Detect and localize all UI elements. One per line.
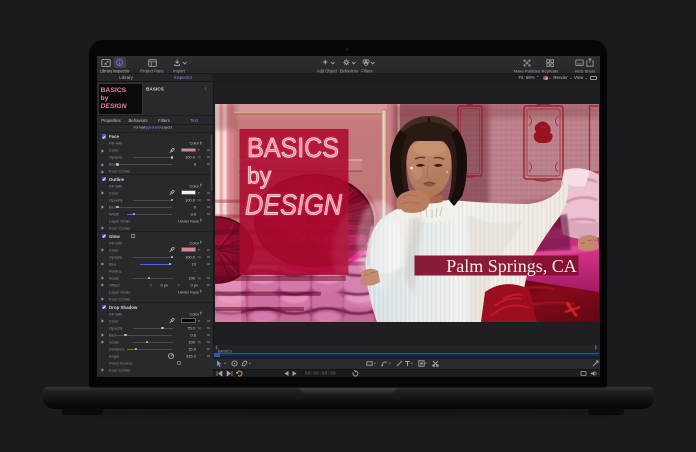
svg-text:DESIGN: DESIGN [245,190,342,222]
svg-text:Palm Springs, CA: Palm Springs, CA [446,256,577,276]
svg-text:by: by [247,163,272,189]
svg-text:BASICS: BASICS [247,132,339,163]
